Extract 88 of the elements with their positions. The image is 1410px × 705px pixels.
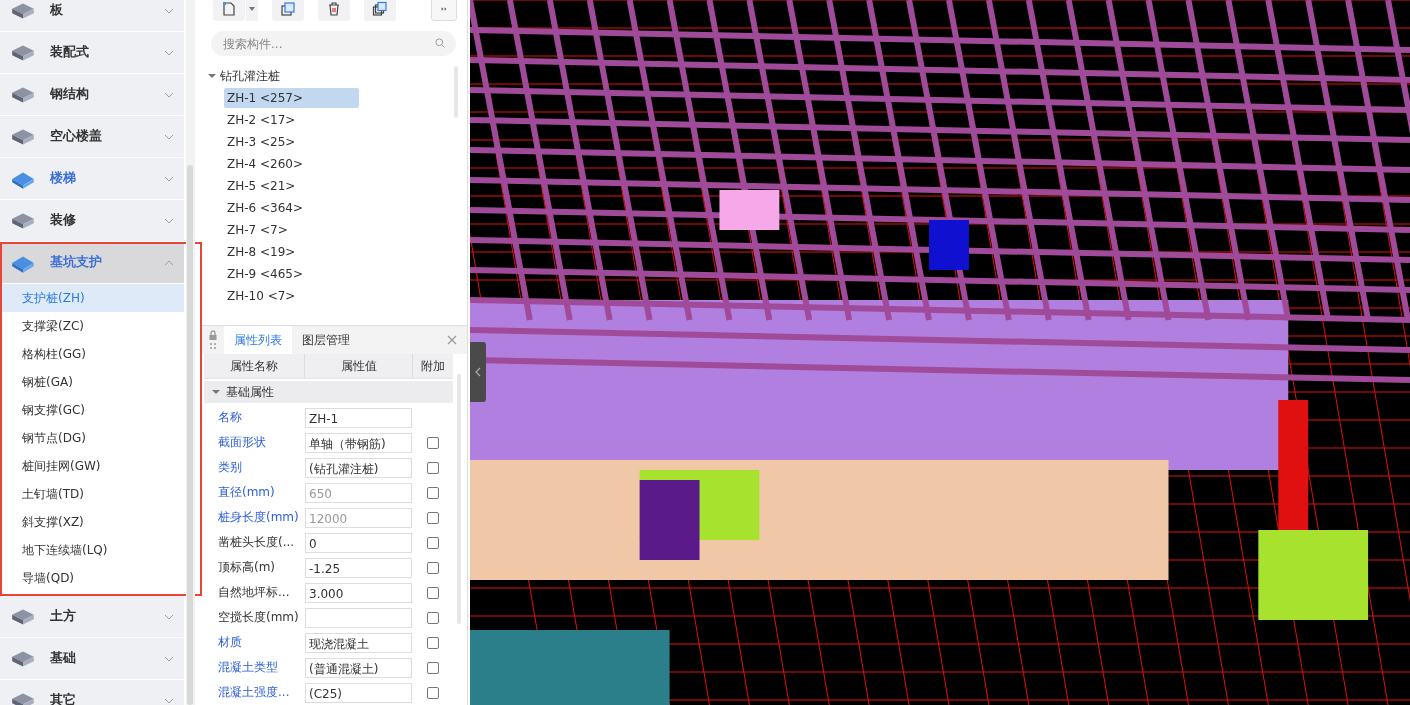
property-name: 类别	[217, 459, 243, 476]
component-tree-item[interactable]: ZH-8 <19>	[224, 242, 359, 262]
property-name: 桩身长度(mm)	[217, 509, 300, 526]
copy-to-floor-button[interactable]	[364, 0, 396, 21]
chevron-icon	[164, 133, 174, 140]
search-icon	[434, 37, 446, 49]
copy-icon	[280, 1, 296, 17]
property-name: 自然地坪标...	[217, 584, 291, 601]
expand-arrow-icon[interactable]	[208, 73, 216, 79]
chevron-icon	[164, 613, 174, 620]
chevron-icon	[164, 175, 174, 182]
component-tree-item[interactable]: ZH-4 <260>	[224, 154, 359, 174]
chevron-icon	[164, 259, 174, 266]
checkbox[interactable]	[426, 636, 439, 649]
chevron-icon	[164, 7, 174, 14]
chevron-icon	[164, 49, 174, 56]
chevron-icon	[164, 655, 174, 662]
collapse-handle[interactable]	[470, 342, 486, 402]
property-name: 凿桩头长度(...	[217, 534, 296, 551]
property-value-field[interactable]: (钻孔灌注桩)	[305, 457, 412, 478]
property-value-field[interactable]: 现浇混凝土	[305, 632, 412, 653]
category-item[interactable]: 基础	[0, 638, 184, 679]
checkbox[interactable]	[426, 561, 439, 574]
component-tree-item[interactable]: ZH-2 <17>	[224, 110, 359, 130]
property-group-header[interactable]: 基础属性	[204, 381, 453, 403]
lock-icon[interactable]	[208, 329, 218, 351]
layers-copy-icon	[372, 1, 388, 17]
checkbox[interactable]	[426, 661, 439, 674]
property-name: 混凝土强度...	[217, 684, 291, 701]
checkbox[interactable]	[426, 461, 439, 474]
chevron-icon	[164, 91, 174, 98]
column-header: 属性名称	[204, 354, 305, 378]
property-value-field[interactable]: (C25)	[305, 682, 412, 703]
checkbox[interactable]	[426, 611, 439, 624]
category-item[interactable]: 板	[0, 0, 184, 31]
category-item[interactable]: 装配式	[0, 32, 184, 73]
expand-arrow-icon	[212, 389, 220, 395]
component-tree-item[interactable]: ZH-6 <364>	[224, 198, 359, 218]
search-field[interactable]: 搜索构件...	[211, 31, 456, 56]
column-header: 属性值	[305, 354, 413, 378]
close-icon[interactable]	[447, 335, 457, 345]
category-item[interactable]: 楼梯	[0, 158, 184, 199]
checkbox[interactable]	[426, 436, 439, 449]
property-name: 空搅长度(mm)	[217, 609, 300, 626]
caret-icon	[249, 7, 255, 11]
component-tree-item[interactable]: ZH-3 <25>	[224, 132, 359, 152]
component-tree-item[interactable]: ZH-9 <465>	[224, 264, 359, 284]
checkbox[interactable]	[426, 536, 439, 549]
component-tree-item[interactable]: ZH-1 <257>	[224, 88, 359, 108]
3d-model-drawing[interactable]	[470, 0, 1410, 705]
property-name: 名称	[217, 409, 243, 426]
property-name: 材质	[217, 634, 243, 651]
chevron-icon	[164, 697, 174, 704]
new-document-icon	[221, 1, 237, 17]
component-type-item[interactable]: 支护桩(ZH)	[0, 284, 184, 312]
checkbox[interactable]	[426, 686, 439, 699]
new-button[interactable]	[213, 0, 245, 21]
dropdown-button[interactable]	[246, 0, 258, 21]
scrollbar-thumb[interactable]	[187, 165, 193, 705]
property-value-field[interactable]: 0	[305, 532, 412, 553]
panel-tab[interactable]: 属性列表	[224, 326, 292, 354]
trash-icon	[326, 1, 342, 17]
tree-group-label[interactable]: 钻孔灌注桩	[220, 67, 280, 85]
component-tree-item[interactable]: ZH-10 <7>	[224, 286, 359, 306]
double-arrow-icon	[441, 7, 447, 11]
category-item[interactable]: 空心楼盖	[0, 116, 184, 157]
category-item[interactable]: 土方	[0, 596, 184, 637]
property-value-field[interactable]: 单轴（带钢筋)	[305, 432, 412, 453]
component-tree-item[interactable]: ZH-7 <7>	[224, 220, 359, 240]
property-value-field[interactable]: ZH-1	[305, 407, 412, 428]
chevron-icon	[164, 217, 174, 224]
property-name: 顶标高(m)	[217, 559, 277, 576]
category-item[interactable]: 钢结构	[0, 74, 184, 115]
delete-button[interactable]	[318, 0, 350, 21]
column-header: 附加	[420, 357, 446, 375]
property-name: 混凝土类型	[217, 659, 279, 676]
chevron-left-icon	[475, 367, 481, 377]
property-name: 截面形状	[217, 434, 267, 451]
category-item[interactable]: 装修	[0, 200, 184, 241]
component-tree-item[interactable]: ZH-5 <21>	[224, 176, 359, 196]
property-name: 直径(mm)	[217, 484, 276, 501]
property-value-field[interactable]: (普通混凝土)	[305, 657, 412, 678]
property-value-field[interactable]	[305, 607, 412, 628]
property-value-field[interactable]: -1.25	[305, 557, 412, 578]
property-value-field[interactable]: 3.000	[305, 582, 412, 603]
copy-button[interactable]	[272, 0, 304, 21]
checkbox[interactable]	[426, 586, 439, 599]
panel-tab[interactable]: 图层管理	[292, 326, 360, 354]
